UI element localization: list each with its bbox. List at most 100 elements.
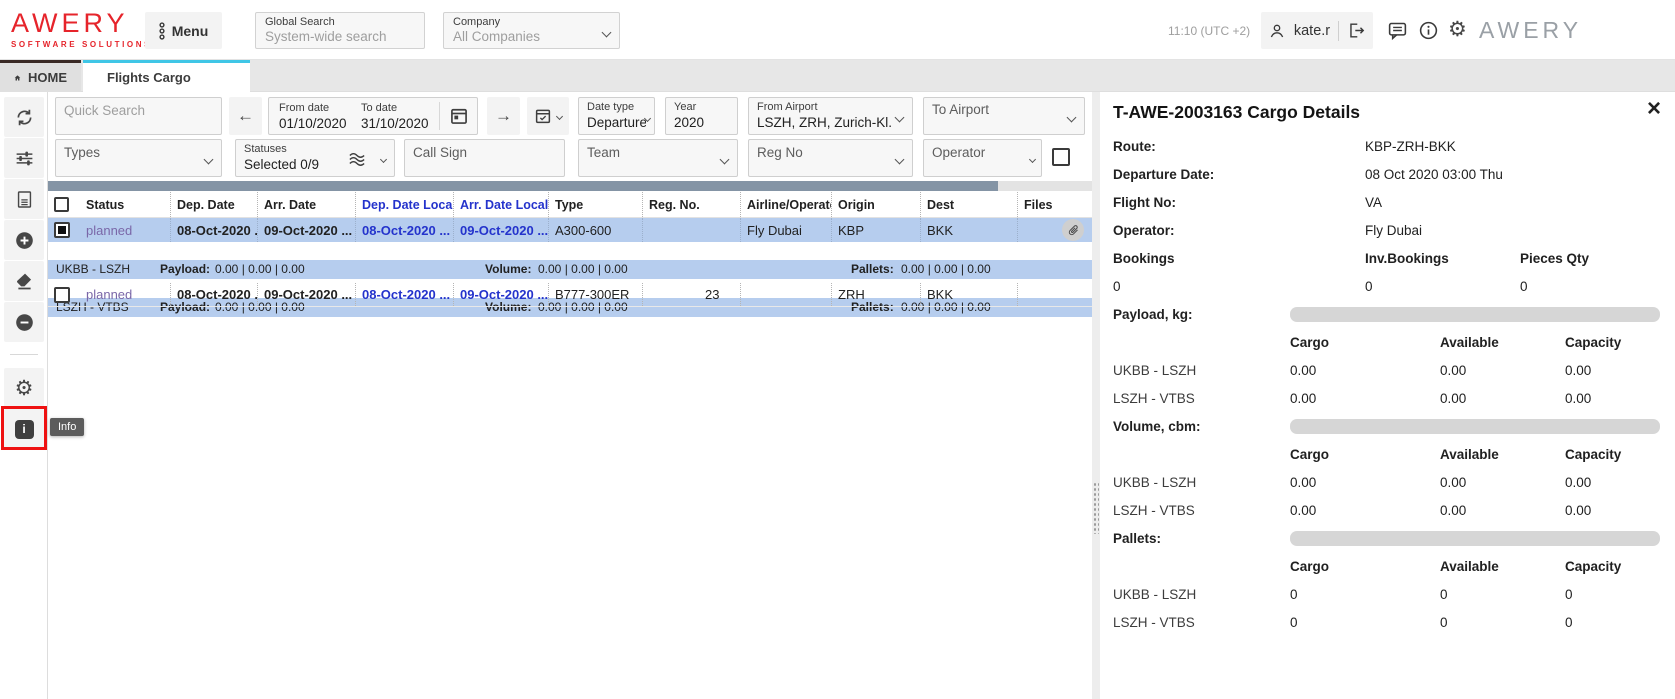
menu-button[interactable]: Menu: [145, 12, 222, 49]
reg-no-select[interactable]: Reg No: [748, 139, 913, 177]
user-icon: [1268, 22, 1286, 40]
call-sign-input[interactable]: Call Sign: [404, 139, 565, 177]
table-row[interactable]: planned 08-Oct-2020 ... 09-Oct-2020 ... …: [48, 218, 1092, 242]
highlight-box: [1, 406, 47, 450]
field-label: Route:: [1113, 139, 1156, 154]
stat-value: 0: [1365, 279, 1373, 294]
section-columns-row: Cargo Available Capacity: [1100, 555, 1675, 583]
column-header[interactable]: Airline/Operator: [740, 192, 831, 217]
logout-icon[interactable]: [1347, 21, 1366, 40]
to-airport-select[interactable]: To Airport: [923, 97, 1085, 135]
company-value: All Companies: [453, 29, 610, 45]
column-header[interactable]: Status: [80, 192, 170, 217]
panel-splitter[interactable]: [1092, 92, 1100, 699]
tab-home-label: HOME: [28, 70, 67, 85]
operator-select[interactable]: Operator: [923, 139, 1042, 177]
layers-icon: [348, 151, 366, 167]
column-header[interactable]: Arr. Date Local: [453, 192, 548, 217]
types-select[interactable]: Types: [55, 139, 222, 177]
volume-values: 0.00 | 0.00 | 0.00: [538, 262, 628, 276]
statuses-select[interactable]: Statuses Selected 0/9: [235, 139, 395, 177]
add-button[interactable]: [4, 220, 44, 260]
splitter-grip[interactable]: [1093, 482, 1099, 534]
date-range-field: From date 01/10/2020 To date 31/10/2020: [268, 97, 478, 135]
section-label: Volume, cbm:: [1113, 419, 1201, 434]
column-header[interactable]: Dep. Date Local: [355, 192, 453, 217]
settings-gear-icon[interactable]: ⚙: [1448, 19, 1467, 40]
column-header[interactable]: Files: [1017, 192, 1092, 217]
field-label: Flight No:: [1113, 195, 1176, 210]
to-date-input[interactable]: To date 31/10/2020: [361, 101, 429, 132]
row-checkbox[interactable]: [54, 222, 70, 238]
quick-search-input[interactable]: Quick Search: [55, 97, 222, 135]
year-value: 2020: [674, 114, 729, 131]
calendar-picker-button[interactable]: [449, 106, 469, 126]
aircraft-type-cell: A300-600: [548, 218, 642, 242]
stat-label: Pieces Qty: [1520, 251, 1589, 266]
pallets-progress-bar: [1290, 531, 1660, 546]
column-header[interactable]: Origin: [831, 192, 920, 217]
column-header[interactable]: Type: [548, 192, 642, 217]
field-value: Fly Dubai: [1365, 223, 1422, 238]
detail-field-row: Operator: Fly Dubai: [1100, 219, 1675, 247]
column-header[interactable]: Dep. Date: [170, 192, 257, 217]
leg-route: UKBB - LSZH: [1113, 475, 1196, 490]
status-badge: planned: [80, 283, 170, 306]
cargo-value: 0: [1290, 615, 1298, 630]
year-input[interactable]: Year 2020: [665, 97, 738, 135]
available-value: 0.00: [1440, 391, 1466, 406]
from-airport-select[interactable]: From Airport LSZH, ZRH, Zurich-Kl...: [748, 97, 913, 135]
column-header[interactable]: Arr. Date: [257, 192, 355, 217]
aircraft-type-cell: B777-300ER: [548, 283, 642, 306]
report-button[interactable]: [4, 179, 44, 219]
close-icon[interactable]: ×: [1647, 96, 1661, 122]
section-data-row: LSZH - VTBS 0 0 0: [1100, 611, 1675, 639]
info-circle-icon[interactable]: [1418, 20, 1439, 41]
column-header[interactable]: Dest: [920, 192, 1017, 217]
column-label: Cargo: [1290, 335, 1329, 350]
arr-date-cell: 09-Oct-2020 ...: [257, 283, 355, 306]
team-select[interactable]: Team: [578, 139, 738, 177]
add-icon: [14, 230, 35, 251]
capacity-value: 0: [1565, 587, 1573, 602]
row-checkbox[interactable]: [54, 287, 70, 303]
date-preset-button[interactable]: [527, 97, 569, 135]
tab-home[interactable]: HOME: [0, 60, 81, 92]
remove-button[interactable]: [4, 302, 44, 342]
filters-button[interactable]: [4, 138, 44, 178]
tab-flights-cargo[interactable]: Flights Cargo: [83, 60, 250, 92]
from-date-input[interactable]: From date 01/10/2020: [279, 101, 347, 132]
from-airport-label: From Airport: [757, 100, 904, 114]
available-value: 0.00: [1440, 503, 1466, 518]
scrollbar-thumb[interactable]: [48, 181, 998, 191]
refresh-icon: [14, 107, 35, 128]
field-value: KBP-ZRH-BKK: [1365, 139, 1456, 154]
refresh-button[interactable]: [4, 97, 44, 137]
arr-date-cell: 09-Oct-2020 ...: [257, 218, 355, 242]
horizontal-scrollbar[interactable]: [48, 181, 1092, 191]
clear-button[interactable]: [4, 261, 44, 301]
call-sign-label: Call Sign: [413, 144, 556, 161]
available-value: 0: [1440, 587, 1448, 602]
table-row[interactable]: planned 08-Oct-2020 ... 09-Oct-2020 ... …: [48, 283, 1092, 307]
settings-button[interactable]: ⚙: [4, 368, 44, 408]
next-period-button[interactable]: →: [487, 97, 520, 135]
field-value: 08 Oct 2020 03:00 Thu: [1365, 167, 1503, 182]
prev-period-button[interactable]: ←: [229, 97, 262, 135]
company-select[interactable]: Company All Companies: [443, 12, 620, 49]
filter-checkbox[interactable]: [1052, 148, 1070, 166]
date-type-select[interactable]: Date type Departure: [578, 97, 655, 135]
chevron-down-icon: [1029, 156, 1036, 163]
section-data-row: UKBB - LSZH 0.00 0.00 0.00: [1100, 359, 1675, 387]
attachment-button[interactable]: [1062, 219, 1084, 241]
column-header[interactable]: Reg. No.: [642, 192, 740, 217]
clock-text: 11:10 (UTC +2): [1168, 24, 1250, 38]
global-search-input[interactable]: Global Search System-wide search: [255, 12, 425, 49]
user-menu[interactable]: kate.r: [1261, 12, 1373, 49]
select-all-checkbox[interactable]: [54, 197, 69, 212]
tab-bar: HOME Flights Cargo: [0, 60, 1675, 92]
stat-label: Inv.Bookings: [1365, 251, 1449, 266]
calendar-check-icon: [534, 107, 552, 125]
feedback-icon[interactable]: [1387, 20, 1408, 41]
leg-route: LSZH - VTBS: [1113, 391, 1195, 406]
